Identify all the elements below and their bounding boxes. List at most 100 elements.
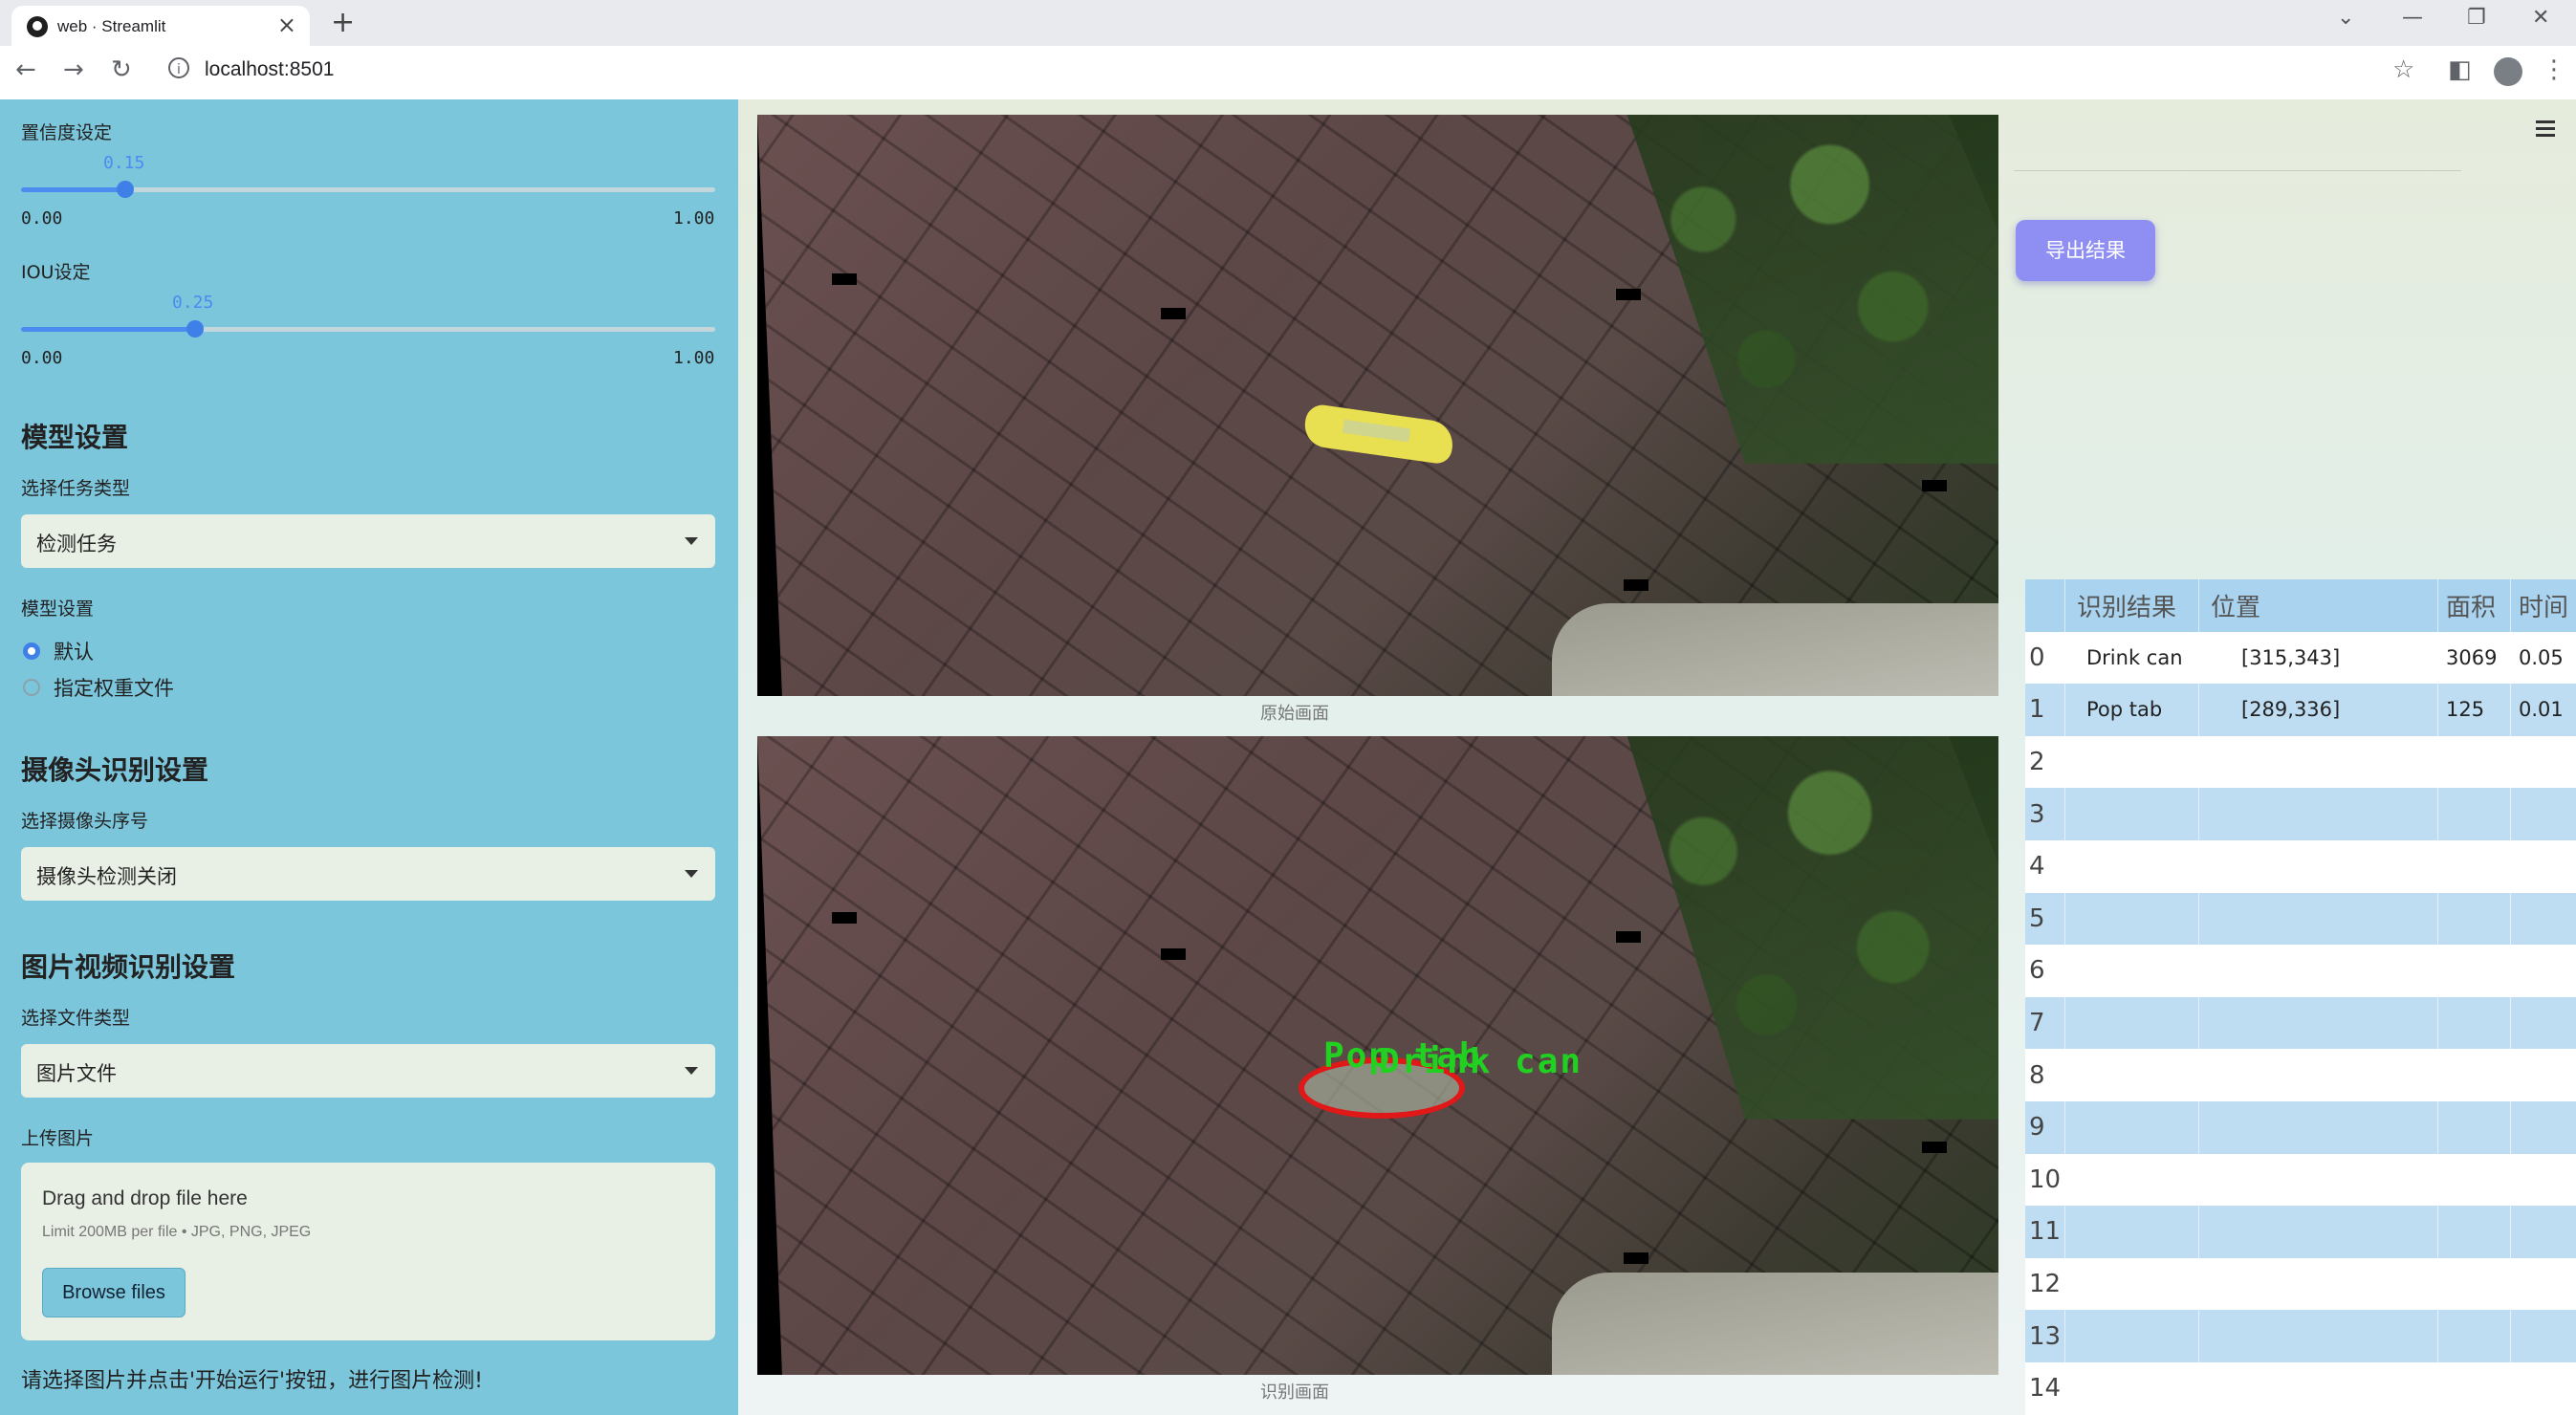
- address-bar[interactable]: localhost:8501: [205, 58, 334, 81]
- mask-block: [1922, 1142, 1947, 1153]
- tab-close-icon[interactable]: ×: [277, 11, 296, 38]
- header-time[interactable]: 时间: [2511, 579, 2576, 632]
- side-panel-icon[interactable]: ◧: [2448, 55, 2472, 84]
- radio-default[interactable]: [23, 642, 40, 660]
- radio-default-label[interactable]: 默认: [54, 637, 94, 665]
- cell-position: [2199, 996, 2438, 1050]
- back-icon[interactable]: ←: [15, 55, 36, 84]
- cell-position: [2199, 1206, 2438, 1258]
- iou-slider-thumb[interactable]: [186, 320, 204, 337]
- cell-time: [2511, 1258, 2576, 1311]
- table-row[interactable]: 3: [2025, 788, 2576, 840]
- cell-position: [2199, 735, 2438, 789]
- mask-block: [1161, 948, 1186, 960]
- cell-area: [2438, 1257, 2511, 1311]
- forward-icon[interactable]: →: [63, 55, 84, 84]
- table-row[interactable]: 9: [2025, 1100, 2576, 1154]
- sidebar: 置信度设定 0.15 0.00 1.00 IOU设定 0.25 0.00 1.0…: [0, 99, 738, 1415]
- mask-block: [1616, 289, 1641, 300]
- cell-time: 0.01: [2511, 684, 2576, 736]
- window-close-icon[interactable]: ✕: [2532, 6, 2549, 30]
- table-row[interactable]: 5: [2025, 892, 2576, 946]
- camera-value: 摄像头检测关闭: [36, 865, 177, 888]
- site-info-icon[interactable]: i: [168, 57, 189, 78]
- cell-result: [2065, 945, 2199, 997]
- file-uploader-dropzone[interactable]: Drag and drop file here Limit 200MB per …: [21, 1163, 715, 1340]
- row-index: 2: [2025, 735, 2065, 789]
- iou-min: 0.00: [21, 348, 63, 368]
- table-row[interactable]: 7: [2025, 996, 2576, 1050]
- header-area[interactable]: 面积: [2438, 579, 2511, 632]
- confidence-slider-thumb[interactable]: [116, 181, 134, 198]
- radio-weights-file-label[interactable]: 指定权重文件: [54, 673, 174, 702]
- profile-avatar-icon[interactable]: [2494, 57, 2522, 86]
- cell-area: [2438, 1361, 2511, 1415]
- table-row[interactable]: 14: [2025, 1361, 2576, 1415]
- model-settings-label: 模型设置: [21, 599, 95, 620]
- row-index: 7: [2025, 996, 2065, 1050]
- radio-weights-file[interactable]: [23, 679, 40, 696]
- table-row[interactable]: 8: [2025, 1049, 2576, 1101]
- media-section-heading: 图片视频识别设置: [21, 951, 236, 983]
- new-tab-icon[interactable]: +: [331, 6, 355, 39]
- browser-tab[interactable]: web · Streamlit ×: [11, 6, 310, 46]
- restore-icon[interactable]: ❐: [2467, 6, 2486, 30]
- mask-block: [1161, 308, 1186, 319]
- minimize-icon[interactable]: —: [2402, 6, 2423, 30]
- cell-result: Drink can: [2065, 631, 2199, 685]
- cell-position: [2199, 1100, 2438, 1154]
- table-row[interactable]: 10: [2025, 1153, 2576, 1207]
- cell-position: [2199, 1310, 2438, 1362]
- cell-area: [2438, 1153, 2511, 1207]
- cell-position: [2199, 1257, 2438, 1311]
- reload-icon[interactable]: ↻: [111, 55, 132, 84]
- bookmark-star-icon[interactable]: ☆: [2392, 55, 2414, 84]
- iou-slider[interactable]: [21, 320, 715, 337]
- detected-caption: 识别画面: [1260, 1382, 1329, 1403]
- file-type-label: 选择文件类型: [21, 1008, 131, 1029]
- table-row[interactable]: 0 Drink can [315,343] 3069 0.05: [2025, 631, 2576, 685]
- uploader-limit: Limit 200MB per file • JPG, PNG, JPEG: [42, 1224, 312, 1240]
- mask-block: [1624, 1252, 1648, 1264]
- browse-files-button[interactable]: Browse files: [42, 1268, 186, 1317]
- row-index: 11: [2025, 1206, 2065, 1258]
- cell-result: [2065, 1153, 2199, 1207]
- row-index: 4: [2025, 839, 2065, 893]
- row-index: 14: [2025, 1361, 2065, 1415]
- file-type-select[interactable]: 图片文件: [21, 1044, 715, 1098]
- cell-area: [2438, 1100, 2511, 1154]
- table-row[interactable]: 11: [2025, 1206, 2576, 1258]
- table-row[interactable]: 13: [2025, 1310, 2576, 1362]
- row-index: 5: [2025, 892, 2065, 946]
- tab-search-chevron-icon[interactable]: ⌄: [2337, 6, 2354, 30]
- camera-select[interactable]: 摄像头检测关闭: [21, 847, 715, 901]
- header-result[interactable]: 识别结果: [2065, 579, 2199, 632]
- table-row[interactable]: 12: [2025, 1257, 2576, 1311]
- task-type-select[interactable]: 检测任务: [21, 514, 715, 568]
- cell-area: [2438, 892, 2511, 946]
- cell-time: [2511, 945, 2576, 997]
- export-results-button[interactable]: 导出结果: [2016, 220, 2155, 281]
- confidence-slider[interactable]: [21, 181, 715, 198]
- cell-area: [2438, 996, 2511, 1050]
- browser-menu-icon[interactable]: ⋮: [2542, 55, 2566, 84]
- original-caption: 原始画面: [1260, 704, 1329, 724]
- cell-result: [2065, 892, 2199, 946]
- table-row[interactable]: 4: [2025, 839, 2576, 893]
- chevron-down-icon: [685, 1067, 698, 1075]
- row-index: 8: [2025, 1049, 2065, 1101]
- table-row[interactable]: 2: [2025, 735, 2576, 789]
- table-row[interactable]: 6: [2025, 945, 2576, 997]
- mask-block: [832, 273, 857, 285]
- table-row[interactable]: 1 Pop tab [289,336] 125 0.01: [2025, 684, 2576, 736]
- row-index: 1: [2025, 684, 2065, 736]
- hamburger-menu-icon[interactable]: [2536, 120, 2555, 141]
- row-index: 13: [2025, 1310, 2065, 1362]
- header-position[interactable]: 位置: [2199, 579, 2438, 632]
- camera-label: 选择摄像头序号: [21, 811, 149, 832]
- row-index: 6: [2025, 945, 2065, 997]
- task-type-label: 选择任务类型: [21, 478, 131, 499]
- cell-time: [2511, 788, 2576, 840]
- header-index: [2025, 579, 2065, 632]
- cell-position: [2199, 839, 2438, 893]
